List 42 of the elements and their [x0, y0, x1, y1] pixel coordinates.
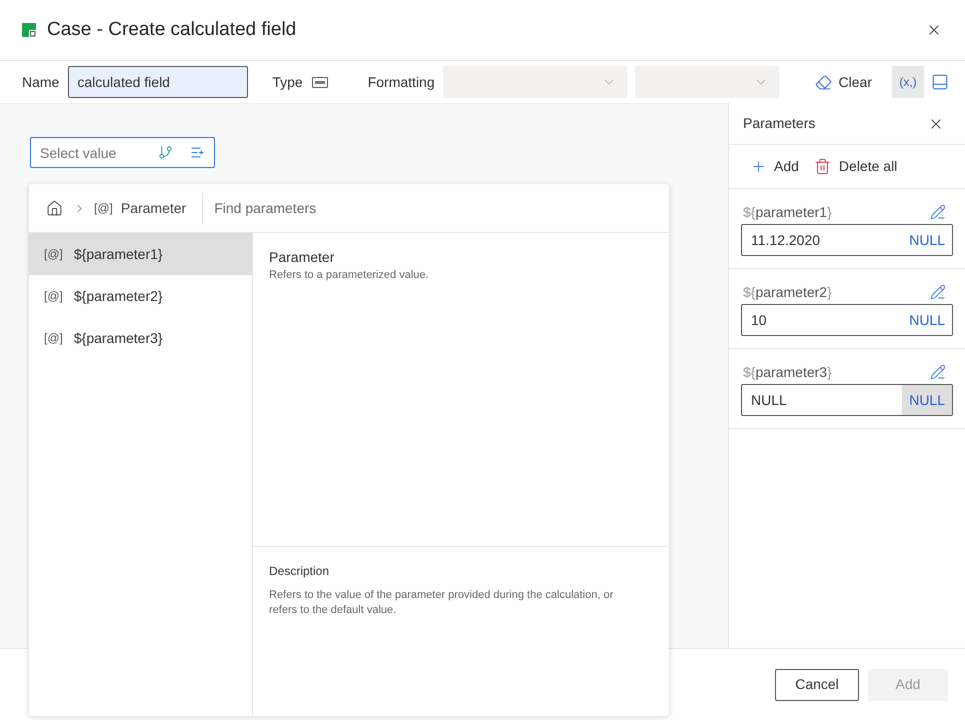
breadcrumb-link[interactable]: [@] Parameter: [94, 198, 186, 218]
parameter-list-item[interactable]: [@] ${parameter1}: [29, 233, 252, 275]
null-button[interactable]: NULL: [902, 385, 952, 415]
app-icon: [22, 23, 36, 37]
search-field[interactable]: Find parameters: [214, 192, 669, 224]
type-label: Type: [272, 72, 303, 92]
list-plus-icon[interactable]: [190, 145, 205, 160]
name-input[interactable]: calculated field: [68, 66, 248, 98]
plus-icon: [750, 158, 767, 175]
branch-icon[interactable]: [158, 145, 173, 160]
description-text: Refers to the value of the parameter provided during the calculation, or refers to the default value.: [269, 588, 614, 618]
detail-text: Refers to a parameterized value.: [269, 268, 430, 282]
detail-title: Parameter: [269, 248, 336, 267]
formatting-label: Formatting: [368, 72, 435, 92]
delete-all-button[interactable]: Delete all: [814, 156, 898, 177]
name-label: Name: [22, 72, 60, 92]
clear-button[interactable]: Clear: [814, 66, 872, 98]
edit-button[interactable]: [929, 283, 947, 301]
dialog-title: Case - Create calculated field: [47, 18, 296, 42]
text-type-icon: [312, 76, 328, 88]
edit-button[interactable]: [929, 203, 947, 221]
parameter-name: ${parameter3}: [743, 362, 832, 382]
select-value-field[interactable]: Select value: [30, 137, 215, 168]
panel-title: Parameters: [743, 114, 816, 133]
parameter-name: ${parameter1}: [743, 202, 832, 222]
add-parameter-button[interactable]: Add: [750, 156, 799, 177]
home-button[interactable]: [45, 199, 63, 217]
pencil-icon: [930, 364, 946, 380]
home-icon: [46, 200, 62, 216]
panel-bottom-icon: [931, 73, 949, 91]
pencil-icon: [930, 204, 946, 220]
description-title: Description: [269, 563, 330, 579]
variables-button[interactable]: (x,): [892, 66, 924, 98]
edit-button[interactable]: [929, 363, 947, 381]
parameter-name: ${parameter2}: [743, 282, 832, 302]
eraser-icon: [814, 74, 832, 90]
parameter-value-field[interactable]: 10 NULL: [741, 304, 953, 336]
parameter-value-field[interactable]: 11.12.2020 NULL: [741, 224, 953, 256]
pencil-icon: [930, 284, 946, 300]
footer-button[interactable]: Cancel: [775, 668, 859, 700]
trash-icon: [814, 158, 831, 175]
parameter-value-field[interactable]: NULL NULL: [741, 384, 953, 416]
